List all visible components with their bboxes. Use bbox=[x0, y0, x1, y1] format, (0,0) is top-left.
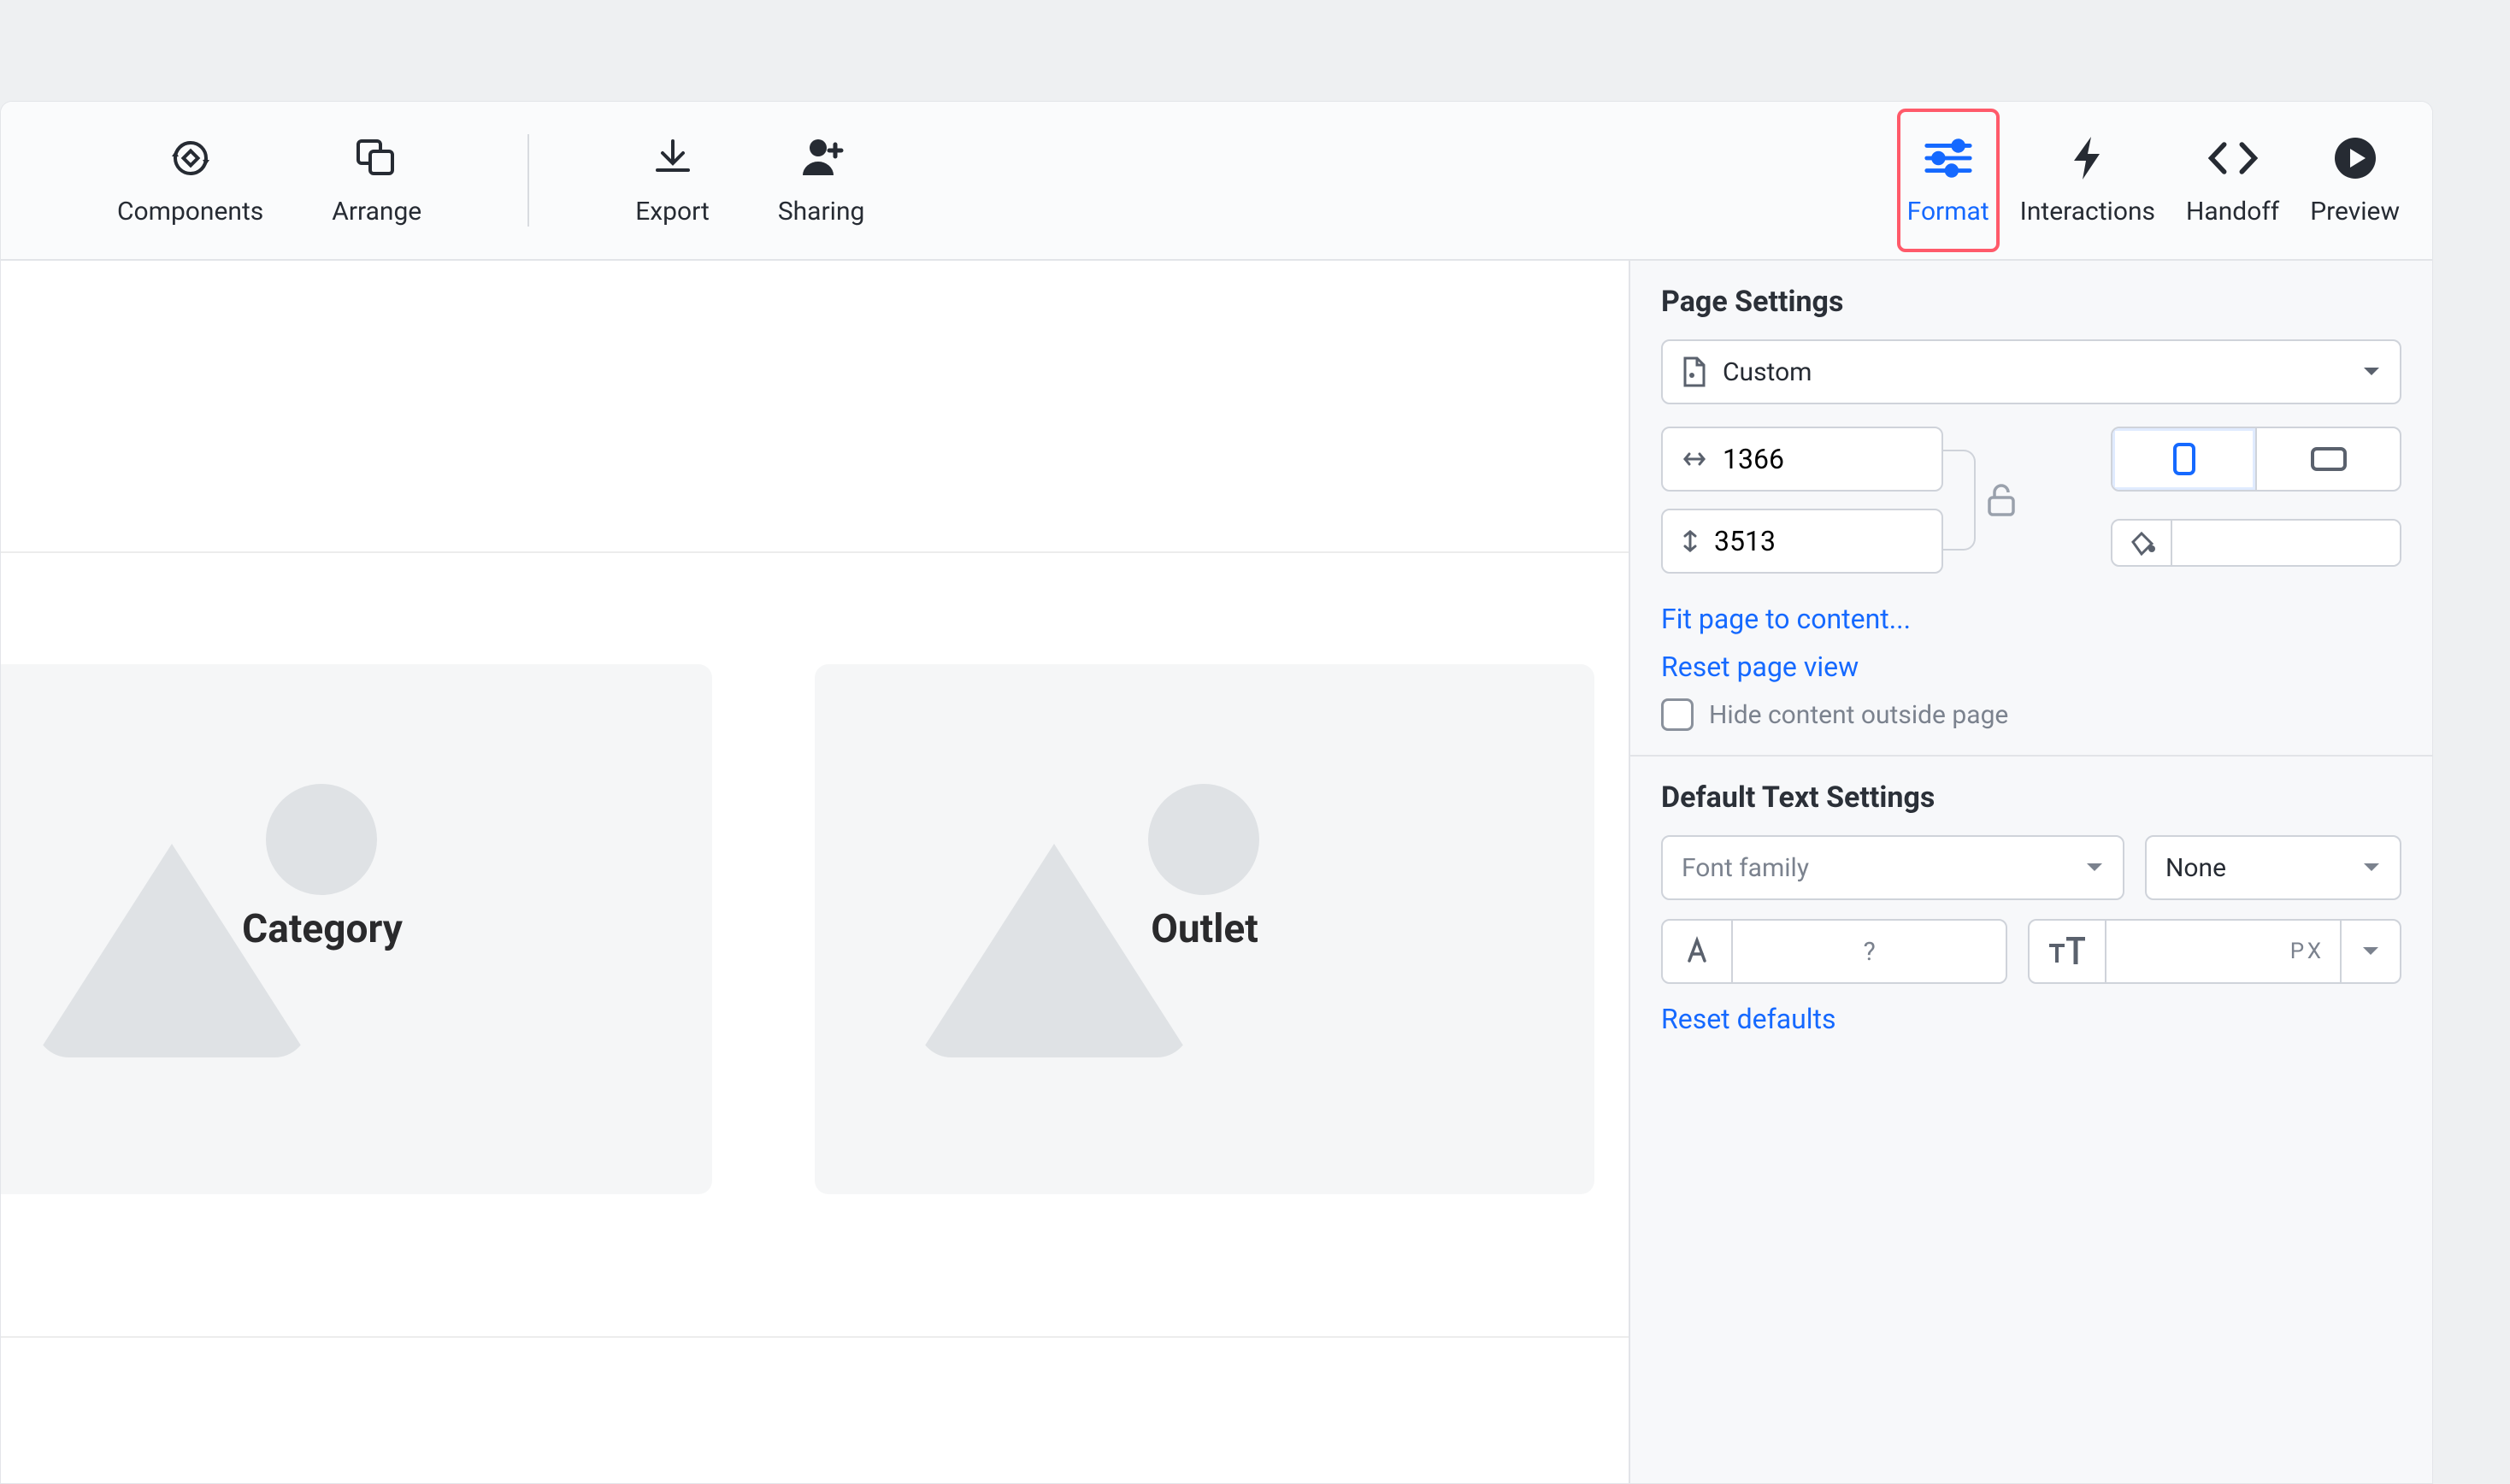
font-family-select[interactable]: Font family bbox=[1661, 835, 2124, 900]
body: Category Outlet Page Settings bbox=[1, 261, 2432, 1483]
caret-down-icon bbox=[2085, 862, 2104, 874]
font-weight-select[interactable]: None bbox=[2145, 835, 2401, 900]
dimensions-group bbox=[1661, 427, 1976, 574]
caret-down-icon bbox=[2362, 862, 2381, 874]
page-height-input[interactable] bbox=[1661, 509, 1943, 574]
export-button[interactable]: Export bbox=[622, 102, 723, 259]
page-settings-section: Page Settings Custom bbox=[1630, 261, 2432, 755]
tab-interactions-label: Interactions bbox=[2020, 197, 2155, 227]
sharing-icon bbox=[795, 135, 848, 181]
text-color-control[interactable]: ? bbox=[1661, 919, 2007, 984]
caret-down-icon bbox=[2362, 366, 2381, 378]
lightning-icon bbox=[2061, 135, 2114, 181]
reset-page-view-link[interactable]: Reset page view bbox=[1661, 651, 2401, 683]
export-label: Export bbox=[635, 197, 710, 227]
text-settings-title: Default Text Settings bbox=[1661, 780, 2401, 815]
inspector-sidebar: Page Settings Custom bbox=[1629, 261, 2432, 1483]
hide-content-checkbox[interactable] bbox=[1661, 698, 1694, 731]
arrange-icon bbox=[351, 135, 404, 181]
text-size-control[interactable]: PX bbox=[2028, 919, 2401, 984]
toolbar-right-group: Format Interactions bbox=[1892, 102, 2432, 259]
components-label: Components bbox=[117, 197, 263, 227]
canvas-page: Category Outlet bbox=[1, 551, 1629, 1338]
code-icon bbox=[2207, 135, 2260, 181]
hide-content-checkbox-row: Hide content outside page bbox=[1661, 698, 2401, 731]
placeholder-circle-icon bbox=[1148, 784, 1259, 895]
page-icon bbox=[1682, 356, 1707, 387]
page-fill-swatch[interactable] bbox=[2172, 521, 2400, 565]
components-icon bbox=[164, 135, 217, 181]
play-icon bbox=[2329, 135, 2382, 181]
card-title: Category bbox=[242, 906, 403, 952]
placeholder-triangle-icon bbox=[917, 844, 1191, 1057]
caret-down-icon[interactable] bbox=[2340, 921, 2400, 982]
dimension-link-bracket bbox=[1941, 450, 1976, 551]
tab-format[interactable]: Format bbox=[1892, 102, 2005, 259]
orientation-toggle bbox=[2111, 427, 2401, 492]
page-height-value[interactable] bbox=[1714, 525, 1923, 557]
hide-content-label: Hide content outside page bbox=[1709, 700, 2008, 730]
width-arrow-icon bbox=[1682, 450, 1707, 468]
export-icon bbox=[646, 135, 699, 181]
tab-interactions[interactable]: Interactions bbox=[2005, 102, 2171, 259]
orientation-portrait-button[interactable] bbox=[2112, 428, 2255, 490]
page-fill-control[interactable] bbox=[2111, 519, 2401, 567]
text-color-icon bbox=[1663, 921, 1731, 982]
components-button[interactable]: Components bbox=[103, 102, 277, 259]
canvas-area[interactable]: Category Outlet bbox=[1, 261, 1629, 1483]
toolbar-left-group: Components Arrange bbox=[1, 102, 878, 259]
card-category[interactable]: Category bbox=[1, 664, 712, 1194]
sliders-icon bbox=[1922, 135, 1975, 181]
sharing-label: Sharing bbox=[778, 197, 865, 227]
text-settings-section: Default Text Settings Font family bbox=[1630, 755, 2432, 1075]
orientation-landscape-button[interactable] bbox=[2257, 428, 2400, 490]
font-family-select-wrap: Font family bbox=[1661, 835, 2124, 900]
arrange-label: Arrange bbox=[332, 197, 421, 227]
page-preset-select[interactable]: Custom bbox=[1661, 339, 2401, 404]
fill-bucket-icon bbox=[2112, 521, 2172, 565]
cards-row: Category Outlet bbox=[1, 664, 1594, 1194]
font-weight-value: None bbox=[2165, 853, 2226, 883]
tab-handoff[interactable]: Handoff bbox=[2171, 102, 2295, 259]
text-color-value: ? bbox=[1731, 921, 2006, 982]
toolbar-separator bbox=[527, 134, 529, 227]
page-width-value[interactable] bbox=[1723, 443, 1923, 475]
font-weight-select-wrap: None bbox=[2145, 835, 2401, 900]
page-width-input[interactable] bbox=[1661, 427, 1943, 492]
arrange-button[interactable]: Arrange bbox=[318, 102, 435, 259]
app-window: Components Arrange bbox=[0, 101, 2433, 1484]
text-size-unit: PX bbox=[2106, 921, 2340, 982]
font-family-value: Font family bbox=[1682, 853, 1809, 883]
height-arrow-icon bbox=[1682, 528, 1699, 554]
tab-preview[interactable]: Preview bbox=[2295, 102, 2415, 259]
reset-defaults-link[interactable]: Reset defaults bbox=[1661, 1003, 2401, 1035]
unlock-icon[interactable] bbox=[1984, 480, 2018, 518]
fit-page-link[interactable]: Fit page to content... bbox=[1661, 603, 2401, 635]
tab-format-label: Format bbox=[1907, 197, 1989, 227]
card-title: Outlet bbox=[1151, 906, 1258, 952]
text-size-icon bbox=[2030, 921, 2106, 982]
page-preset-value: Custom bbox=[1723, 357, 1812, 387]
placeholder-circle-icon bbox=[266, 784, 377, 895]
page-settings-title: Page Settings bbox=[1661, 285, 2401, 319]
toolbar: Components Arrange bbox=[1, 102, 2432, 261]
sharing-button[interactable]: Sharing bbox=[764, 102, 879, 259]
tab-handoff-label: Handoff bbox=[2186, 197, 2279, 227]
tab-preview-label: Preview bbox=[2310, 197, 2400, 227]
card-outlet[interactable]: Outlet bbox=[815, 664, 1594, 1194]
